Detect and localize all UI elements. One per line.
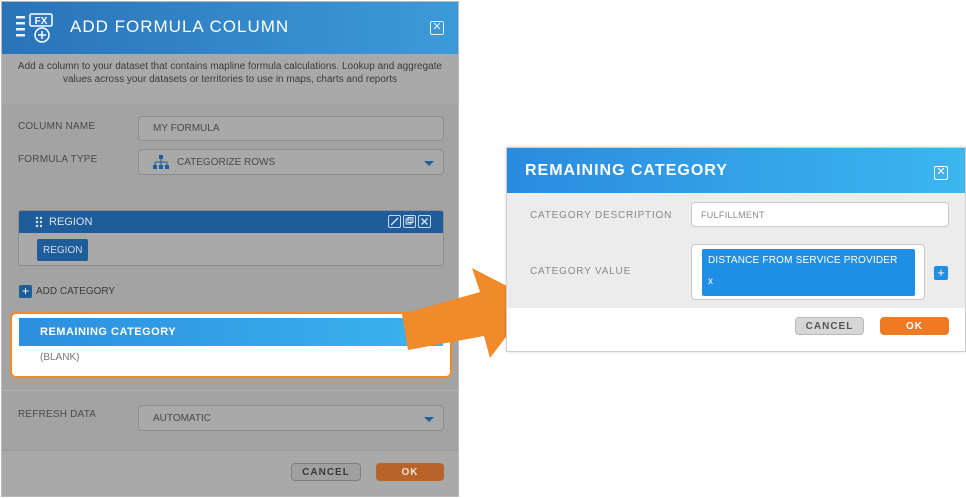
dialog-title: REMAINING CATEGORY — [525, 162, 728, 179]
close-icon[interactable]: ✕ — [934, 166, 948, 180]
chevron-down-icon — [424, 161, 434, 166]
close-icon[interactable]: ✕ — [430, 21, 444, 35]
remaining-category-header: REMAINING CATEGORY — [19, 318, 443, 346]
category-value-input[interactable]: DISTANCE FROM SERVICE PROVIDER x — [691, 244, 925, 300]
category-value-chip[interactable]: DISTANCE FROM SERVICE PROVIDER x — [702, 249, 915, 296]
formula-fx-icon: FX — [16, 13, 53, 43]
category-description-value: FULFILLMENT — [701, 209, 765, 220]
column-name-input[interactable]: MY FORMULA — [138, 116, 444, 141]
svg-text:FX: FX — [35, 16, 48, 27]
add-category-button[interactable]: + ADD CATEGORY — [19, 285, 115, 298]
ok-button[interactable]: OK — [376, 463, 444, 481]
category-value-chip-text: DISTANCE FROM SERVICE PROVIDER — [708, 255, 898, 266]
cancel-button[interactable]: CANCEL — [795, 317, 864, 335]
region-card-header: REGION — [19, 211, 443, 233]
dialog-title: ADD FORMULA COLUMN — [70, 17, 290, 36]
add-category-label: ADD CATEGORY — [36, 286, 116, 297]
category-description-label: CATEGORY DESCRIPTION — [530, 210, 673, 221]
column-name-value: MY FORMULA — [153, 123, 220, 134]
dialog-footer: CANCEL OK — [2, 450, 458, 496]
chip-remove-icon[interactable]: x — [708, 277, 909, 287]
dialog-header: REMAINING CATEGORY ✕ — [507, 148, 965, 193]
chevron-down-icon — [424, 417, 434, 422]
formula-type-select[interactable]: CATEGORIZE ROWS — [138, 149, 444, 175]
remaining-category-dialog: REMAINING CATEGORY ✕ CATEGORY DESCRIPTIO… — [506, 147, 966, 352]
dialog-description: Add a column to your dataset that contai… — [2, 54, 458, 104]
dialog-header: FX ADD FORMULA COLUMN ✕ — [2, 2, 458, 54]
category-value-label: CATEGORY VALUE — [530, 266, 632, 277]
cancel-button[interactable]: CANCEL — [291, 463, 361, 481]
plus-icon: + — [19, 285, 32, 298]
refresh-data-value: AUTOMATIC — [153, 412, 211, 424]
add-formula-column-dialog: FX ADD FORMULA COLUMN ✕ Add a column to … — [1, 1, 459, 497]
hierarchy-icon — [153, 155, 169, 169]
ok-button[interactable]: OK — [880, 317, 949, 335]
dialog-body: COLUMN NAME MY FORMULA FORMULA TYPE CATE… — [2, 104, 458, 496]
formula-type-label: FORMULA TYPE — [18, 154, 98, 165]
region-card-title: REGION — [49, 216, 93, 228]
remaining-category-value: (BLANK) — [40, 352, 80, 363]
refresh-data-select[interactable]: AUTOMATIC — [138, 405, 444, 431]
delete-icon[interactable] — [418, 215, 431, 228]
refresh-data-label: REFRESH DATA — [18, 409, 97, 420]
dialog-body: CATEGORY DESCRIPTION FULFILLMENT CATEGOR… — [507, 193, 965, 308]
formula-type-value: CATEGORIZE ROWS — [177, 156, 276, 168]
edit-icon[interactable] — [388, 215, 401, 228]
drag-handle-icon[interactable] — [35, 216, 43, 228]
divider — [2, 390, 458, 391]
region-value-chip[interactable]: REGION — [37, 239, 89, 261]
region-category-card[interactable]: REGION REGION — [18, 210, 444, 266]
column-name-label: COLUMN NAME — [18, 121, 96, 132]
remaining-category-card[interactable]: REMAINING CATEGORY (BLANK) — [10, 312, 452, 378]
region-card-actions — [388, 215, 431, 228]
add-value-plus-icon[interactable]: + — [934, 266, 948, 280]
category-description-input[interactable]: FULFILLMENT — [691, 202, 949, 227]
copy-icon[interactable] — [403, 215, 416, 228]
